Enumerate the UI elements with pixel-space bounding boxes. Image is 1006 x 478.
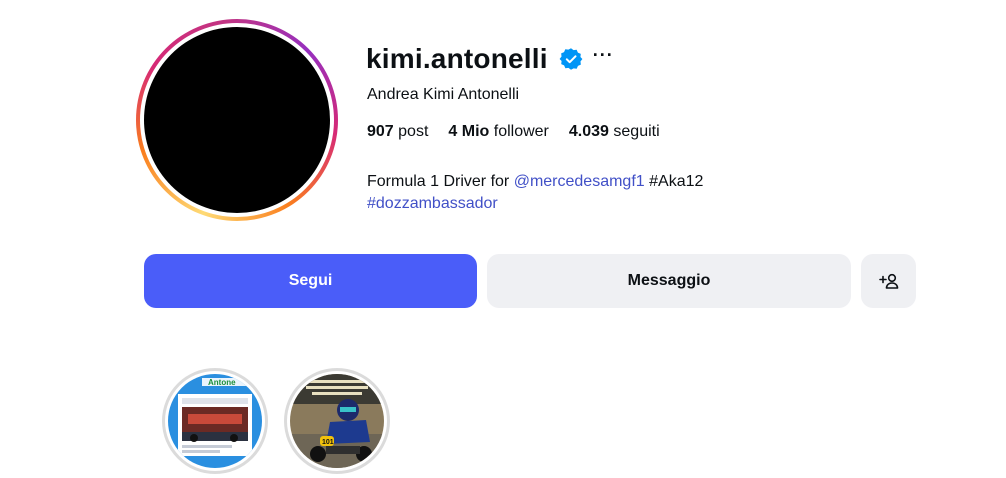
bio-mention-link[interactable]: @mercedesamgf1 <box>514 173 645 190</box>
highlight-cover-image: Antone <box>168 374 262 468</box>
person-add-icon <box>878 273 898 289</box>
stat-posts[interactable]: 907 post <box>367 123 428 141</box>
highlight-cover-art: Antone <box>168 374 262 468</box>
username-row: kimi.antonelli ··· <box>366 40 614 78</box>
highlight-cover-art: 101 <box>290 374 384 468</box>
suggested-accounts-button[interactable] <box>861 254 916 308</box>
follow-button[interactable]: Segui <box>144 254 477 308</box>
username: kimi.antonelli <box>366 43 548 74</box>
avatar-border <box>140 23 334 217</box>
stat-label: follower <box>493 123 549 140</box>
bio-text: Formula 1 Driver for <box>367 173 514 190</box>
message-button[interactable]: Messaggio <box>487 254 851 308</box>
stat-following[interactable]: 4.039 seguiti <box>569 123 660 141</box>
more-options-icon[interactable]: ··· <box>593 46 614 64</box>
avatar[interactable] <box>144 27 330 213</box>
story-ring[interactable] <box>136 19 338 221</box>
profile-page: kimi.antonelli ··· Andrea Kimi Antonelli… <box>0 0 1006 478</box>
svg-text:Antone: Antone <box>208 378 236 387</box>
highlight-cover-image: 101 <box>290 374 384 468</box>
profile-stats: 907 post 4 Mio follower 4.039 seguiti <box>367 123 680 141</box>
stat-value: 907 <box>367 123 394 140</box>
stat-value: 4 Mio <box>448 123 490 140</box>
stat-followers[interactable]: 4 Mio follower <box>448 123 548 141</box>
stat-label: post <box>398 123 429 140</box>
svg-text:101: 101 <box>322 439 334 446</box>
verified-badge-icon <box>559 48 583 70</box>
story-highlight[interactable]: Antone <box>162 368 268 474</box>
bio-hashtag-link[interactable]: #dozzambassador <box>367 195 498 212</box>
stat-value: 4.039 <box>568 123 609 140</box>
stat-label: seguiti <box>613 123 660 140</box>
bio-text: #Aka12 <box>644 173 704 190</box>
story-highlight[interactable]: 101 <box>284 368 390 474</box>
bio: Formula 1 Driver for @mercedesamgf1 #Aka… <box>367 171 703 215</box>
full-name: Andrea Kimi Antonelli <box>367 86 520 103</box>
